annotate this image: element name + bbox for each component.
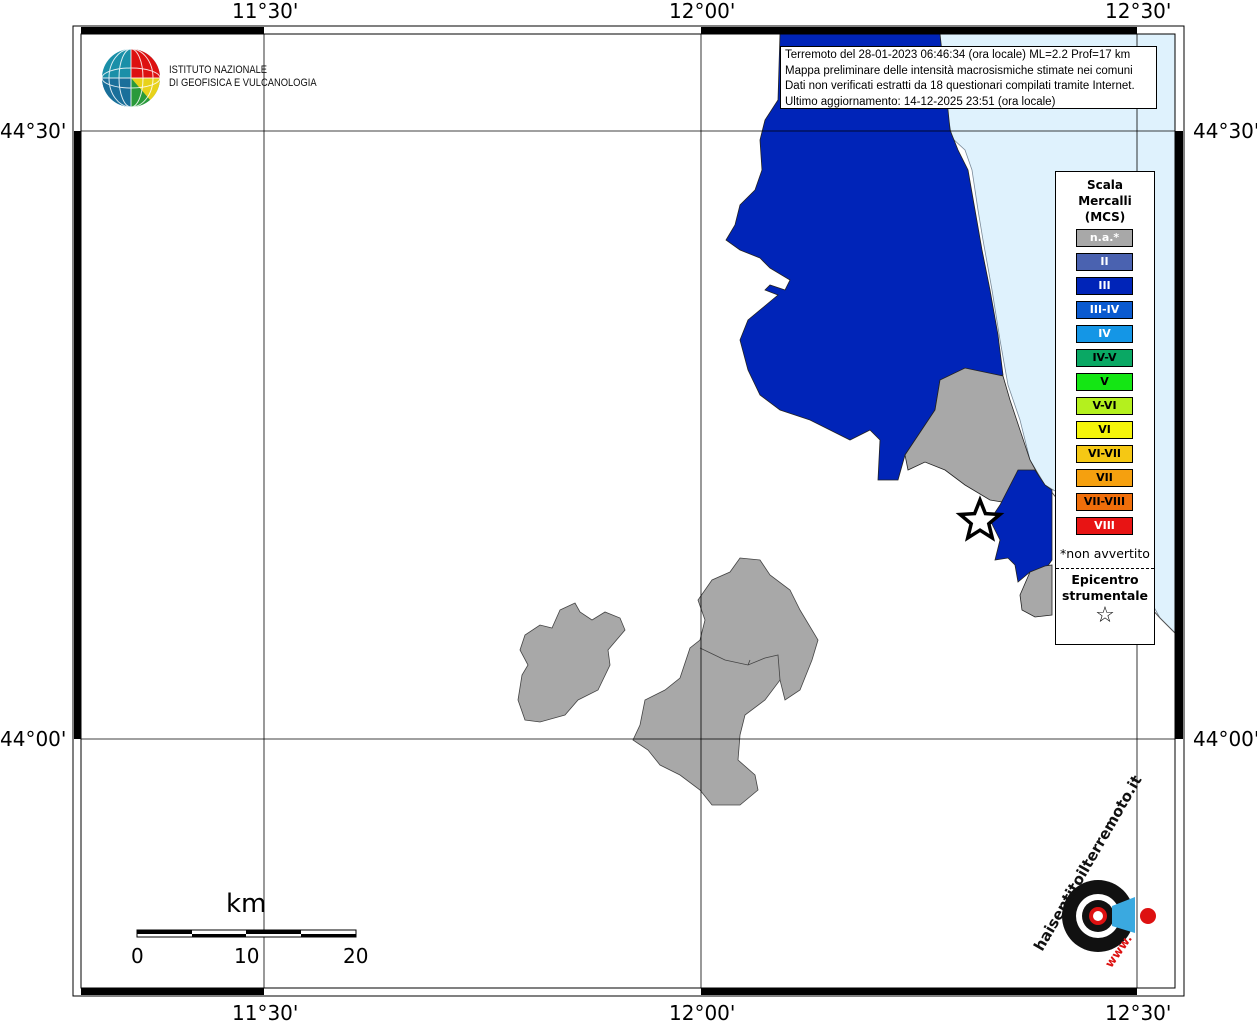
event-info-line2: Mappa preliminare delle intensità macros… [785, 64, 1133, 77]
legend-title-line3: (MCS) [1084, 210, 1126, 224]
region-not-available-central [632, 557, 819, 806]
legend-item-viiviii-11: VII-VIII [1076, 493, 1133, 511]
event-info-box: Terremoto del 28-01-2023 06:46:34 (ora l… [780, 46, 1157, 109]
event-info-line3: Dati non verificati estratti da 18 quest… [785, 80, 1135, 92]
legend-item-iv-4: IV [1076, 325, 1133, 343]
event-info-line1: Terremoto del 28-01-2023 06:46:34 (ora l… [785, 49, 1131, 61]
scale-tick-10: 10 [234, 944, 260, 968]
scale-tick-0: 0 [131, 944, 144, 968]
region-not-available-west [517, 602, 626, 723]
lon-label-top-1230: 12°30' [1105, 0, 1172, 23]
legend-item-v-6: V [1076, 373, 1133, 391]
intensity-legend: Scala Mercalli (MCS) n.a.* II III III-IV IV I… [1055, 171, 1155, 645]
legend-item-vi-8: VI [1076, 421, 1133, 439]
legend-item-ii-1: II [1076, 253, 1133, 271]
legend-item-na-0: n.a.* [1076, 229, 1133, 247]
legend-star-icon: ☆ [1095, 603, 1115, 628]
scale-unit: km [226, 889, 267, 919]
epicenter-star [955, 495, 1005, 542]
legend-item-iii-2: III [1076, 277, 1133, 295]
event-info-line4: Ultimo aggiornamento: 14-12-2025 23:51 (… [785, 95, 1056, 108]
scale-bar [136, 929, 357, 938]
lon-label-top-1130: 11°30' [232, 0, 299, 23]
legend-item-vivii-9: VI-VII [1076, 445, 1133, 463]
ingv-globe-icon [101, 48, 161, 108]
legend-title-line1: Scala [1086, 178, 1124, 192]
lat-label-left-4400: 44°00' [0, 727, 67, 751]
lat-label-right-4400: 44°00' [1193, 727, 1257, 751]
legend-item-vii-10: VII [1076, 469, 1133, 487]
lon-label-bottom-1200: 12°00' [669, 1001, 736, 1025]
legend-epicenter-line2: strumentale [1061, 588, 1149, 603]
lon-label-bottom-1130: 11°30' [232, 1001, 299, 1025]
legend-title-line2: Mercalli [1078, 194, 1132, 208]
lon-label-bottom-1230: 12°30' [1105, 1001, 1172, 1025]
ingv-logo-line1: ISTITUTO NAZIONALE [169, 64, 268, 76]
lon-label-top-1200: 12°00' [669, 0, 736, 23]
legend-item-viii-12: VIII [1076, 517, 1133, 535]
lat-label-right-4430: 44°30' [1193, 119, 1257, 143]
legend-separator [1056, 568, 1154, 569]
scale-tick-20: 20 [343, 944, 369, 968]
ingv-logo-line2: DI GEOFISICA E VULCANOLOGIA [169, 77, 317, 89]
legend-item-vvi-7: V-VI [1076, 397, 1133, 415]
legend-title: Scala Mercalli (MCS) [1056, 177, 1154, 225]
legend-item-ivv-5: IV-V [1076, 349, 1133, 367]
legend-epicenter-line1: Epicentro [1071, 572, 1139, 587]
legend-note: *non avvertito [1060, 546, 1150, 561]
lat-label-left-4430: 44°30' [0, 119, 67, 143]
legend-epicenter: Epicentro strumentale ☆ [1056, 572, 1154, 628]
ingv-logo-text: ISTITUTO NAZIONALE DI GEOFISICA E VULCAN… [169, 64, 317, 90]
legend-item-iiiiv-3: III-IV [1076, 301, 1133, 319]
